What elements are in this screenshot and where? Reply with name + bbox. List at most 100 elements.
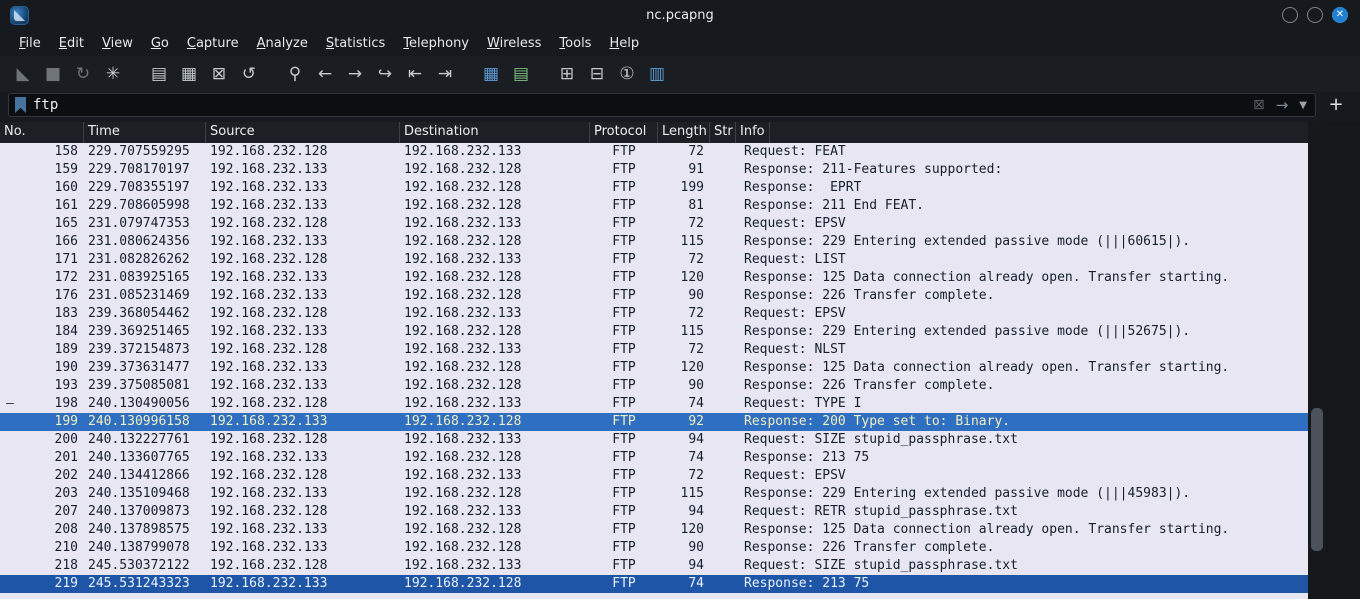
packet-row[interactable]: 202 240.134412866 192.168.232.128 192.16… xyxy=(0,467,1308,485)
cell-time: 229.708170197 xyxy=(88,162,190,177)
resize-columns-icon[interactable]: ▥ xyxy=(642,61,672,87)
cell-destination: 192.168.232.128 xyxy=(404,450,522,465)
cell-protocol: FTP xyxy=(612,396,636,411)
cell-no: 201 xyxy=(0,449,84,467)
reload-icon[interactable]: ↺ xyxy=(234,61,264,87)
column-header-stream[interactable]: Str xyxy=(710,122,736,143)
cell-destination: 192.168.232.128 xyxy=(404,540,522,555)
menu-item[interactable]: File xyxy=(10,33,50,54)
cell-destination: 192.168.232.133 xyxy=(404,306,522,321)
scrollbar-thumb[interactable] xyxy=(1311,408,1323,552)
file-open-icon[interactable]: ▤ xyxy=(144,61,174,87)
packet-row[interactable]: 171 231.082826262 192.168.232.128 192.16… xyxy=(0,251,1308,269)
column-header-info[interactable]: Info xyxy=(736,122,770,143)
packet-row[interactable]: 201 240.133607765 192.168.232.133 192.16… xyxy=(0,449,1308,467)
packet-row[interactable]: 190 239.373631477 192.168.232.133 192.16… xyxy=(0,359,1308,377)
wireshark-logo-icon xyxy=(10,5,29,25)
packet-row[interactable]: 210 240.138799078 192.168.232.133 192.16… xyxy=(0,539,1308,557)
packet-row[interactable]: 158 229.707559295 192.168.232.128 192.16… xyxy=(0,143,1308,161)
packet-row[interactable]: 160 229.708355197 192.168.232.133 192.16… xyxy=(0,179,1308,197)
packet-row[interactable]: 193 239.375085081 192.168.232.133 192.16… xyxy=(0,377,1308,395)
packet-row[interactable]: 184 239.369251465 192.168.232.133 192.16… xyxy=(0,323,1308,341)
packet-row[interactable]: 218 245.530372122 192.168.232.128 192.16… xyxy=(0,557,1308,575)
packet-row[interactable]: 172 231.083925165 192.168.232.133 192.16… xyxy=(0,269,1308,287)
cell-stream xyxy=(710,197,736,215)
bookmark-icon[interactable] xyxy=(15,97,26,113)
cell-source: 192.168.232.128 xyxy=(210,396,328,411)
minimize-button[interactable] xyxy=(1282,7,1298,23)
file-save-icon[interactable]: ▦ xyxy=(174,61,204,87)
packet-row[interactable]: 165 231.079747353 192.168.232.128 192.16… xyxy=(0,215,1308,233)
cell-stream xyxy=(710,395,736,413)
find-packet-icon[interactable]: ⚲ xyxy=(280,61,310,87)
auto-scroll-icon[interactable]: ▤ xyxy=(506,61,536,87)
column-header-time[interactable]: Time xyxy=(84,122,206,143)
go-last-packet-icon[interactable]: ⇥ xyxy=(430,61,460,87)
vertical-scrollbar[interactable] xyxy=(1308,122,1326,599)
zoom-in-icon[interactable]: ⊞ xyxy=(552,61,582,87)
capture-stop-icon[interactable]: ■ xyxy=(38,61,68,87)
capture-start-icon[interactable]: ◣ xyxy=(8,61,38,87)
menu-item[interactable]: Go xyxy=(142,33,178,54)
cell-source: 192.168.232.133 xyxy=(210,360,328,375)
menu-item[interactable]: Statistics xyxy=(317,33,394,54)
packet-row[interactable]: 189 239.372154873 192.168.232.128 192.16… xyxy=(0,341,1308,359)
close-button[interactable]: ✕ xyxy=(1332,7,1348,23)
cell-stream xyxy=(710,431,736,449)
cell-length: 81 xyxy=(688,198,704,213)
menu-item[interactable]: Tools xyxy=(550,33,600,54)
cell-destination: 192.168.232.128 xyxy=(404,180,522,195)
cell-time: 240.135109468 xyxy=(88,486,190,501)
colorize-icon[interactable]: ▦ xyxy=(476,61,506,87)
maximize-button[interactable] xyxy=(1307,7,1323,23)
zoom-original-icon[interactable]: ① xyxy=(612,61,642,87)
menu-item[interactable]: Wireless xyxy=(478,33,550,54)
packet-number: 219 xyxy=(54,576,78,591)
capture-restart-icon[interactable]: ↻ xyxy=(68,61,98,87)
display-filter-value[interactable]: ftp xyxy=(33,97,1244,113)
column-header-protocol[interactable]: Protocol xyxy=(590,122,658,143)
apply-filter-icon[interactable]: → xyxy=(1274,96,1291,114)
column-header-destination[interactable]: Destination xyxy=(400,122,590,143)
packet-row[interactable]: 161 229.708605998 192.168.232.133 192.16… xyxy=(0,197,1308,215)
packet-row[interactable]: 203 240.135109468 192.168.232.133 192.16… xyxy=(0,485,1308,503)
packet-row[interactable]: 200 240.132227761 192.168.232.128 192.16… xyxy=(0,431,1308,449)
packet-row[interactable]: 183 239.368054462 192.168.232.128 192.16… xyxy=(0,305,1308,323)
cell-info: Request: LIST xyxy=(744,252,846,267)
file-close-icon[interactable]: ⊠ xyxy=(204,61,234,87)
cell-stream xyxy=(710,467,736,485)
menu-item[interactable]: Capture xyxy=(178,33,248,54)
packet-row[interactable]: 166 231.080624356 192.168.232.133 192.16… xyxy=(0,233,1308,251)
column-header-length[interactable]: Length xyxy=(658,122,710,143)
cell-stream xyxy=(710,521,736,539)
packet-row[interactable]: 219 245.531243323 192.168.232.133 192.16… xyxy=(0,575,1308,593)
go-to-packet-icon[interactable]: ↪ xyxy=(370,61,400,87)
menu-item[interactable]: Telephony xyxy=(394,33,478,54)
go-back-icon[interactable]: ← xyxy=(310,61,340,87)
packet-row[interactable]: – 198 240.130490056 192.168.232.128 192.1… xyxy=(0,395,1308,413)
menu-item[interactable]: Analyze xyxy=(248,33,317,54)
packet-number: 171 xyxy=(54,252,78,267)
column-header-no[interactable]: No. xyxy=(0,122,84,143)
packet-row[interactable]: 199 240.130996158 192.168.232.133 192.16… xyxy=(0,413,1308,431)
add-filter-button[interactable]: + xyxy=(1324,93,1348,117)
packet-row[interactable]: 207 240.137009873 192.168.232.128 192.16… xyxy=(0,503,1308,521)
menu-item[interactable]: View xyxy=(93,33,142,54)
filter-dropdown-icon[interactable]: ▼ xyxy=(1297,100,1309,111)
capture-options-icon[interactable]: ✳ xyxy=(98,61,128,87)
packet-row[interactable]: 176 231.085231469 192.168.232.133 192.16… xyxy=(0,287,1308,305)
clear-filter-icon[interactable]: ⊠ xyxy=(1251,97,1267,113)
column-header-source[interactable]: Source xyxy=(206,122,400,143)
packet-row[interactable]: 159 229.708170197 192.168.232.133 192.16… xyxy=(0,161,1308,179)
cell-info: Response: 229 Entering extended passive … xyxy=(744,486,1191,501)
display-filter-input[interactable]: ftp ⊠ → ▼ xyxy=(8,93,1316,117)
packet-number: 159 xyxy=(54,162,78,177)
go-forward-icon[interactable]: → xyxy=(340,61,370,87)
menu-item[interactable]: Edit xyxy=(50,33,93,54)
zoom-out-icon[interactable]: ⊟ xyxy=(582,61,612,87)
cell-time: 239.375085081 xyxy=(88,378,190,393)
go-first-packet-icon[interactable]: ⇤ xyxy=(400,61,430,87)
cell-info: Response: 226 Transfer complete. xyxy=(744,288,995,303)
menu-item[interactable]: Help xyxy=(600,33,648,54)
packet-row[interactable]: 208 240.137898575 192.168.232.133 192.16… xyxy=(0,521,1308,539)
